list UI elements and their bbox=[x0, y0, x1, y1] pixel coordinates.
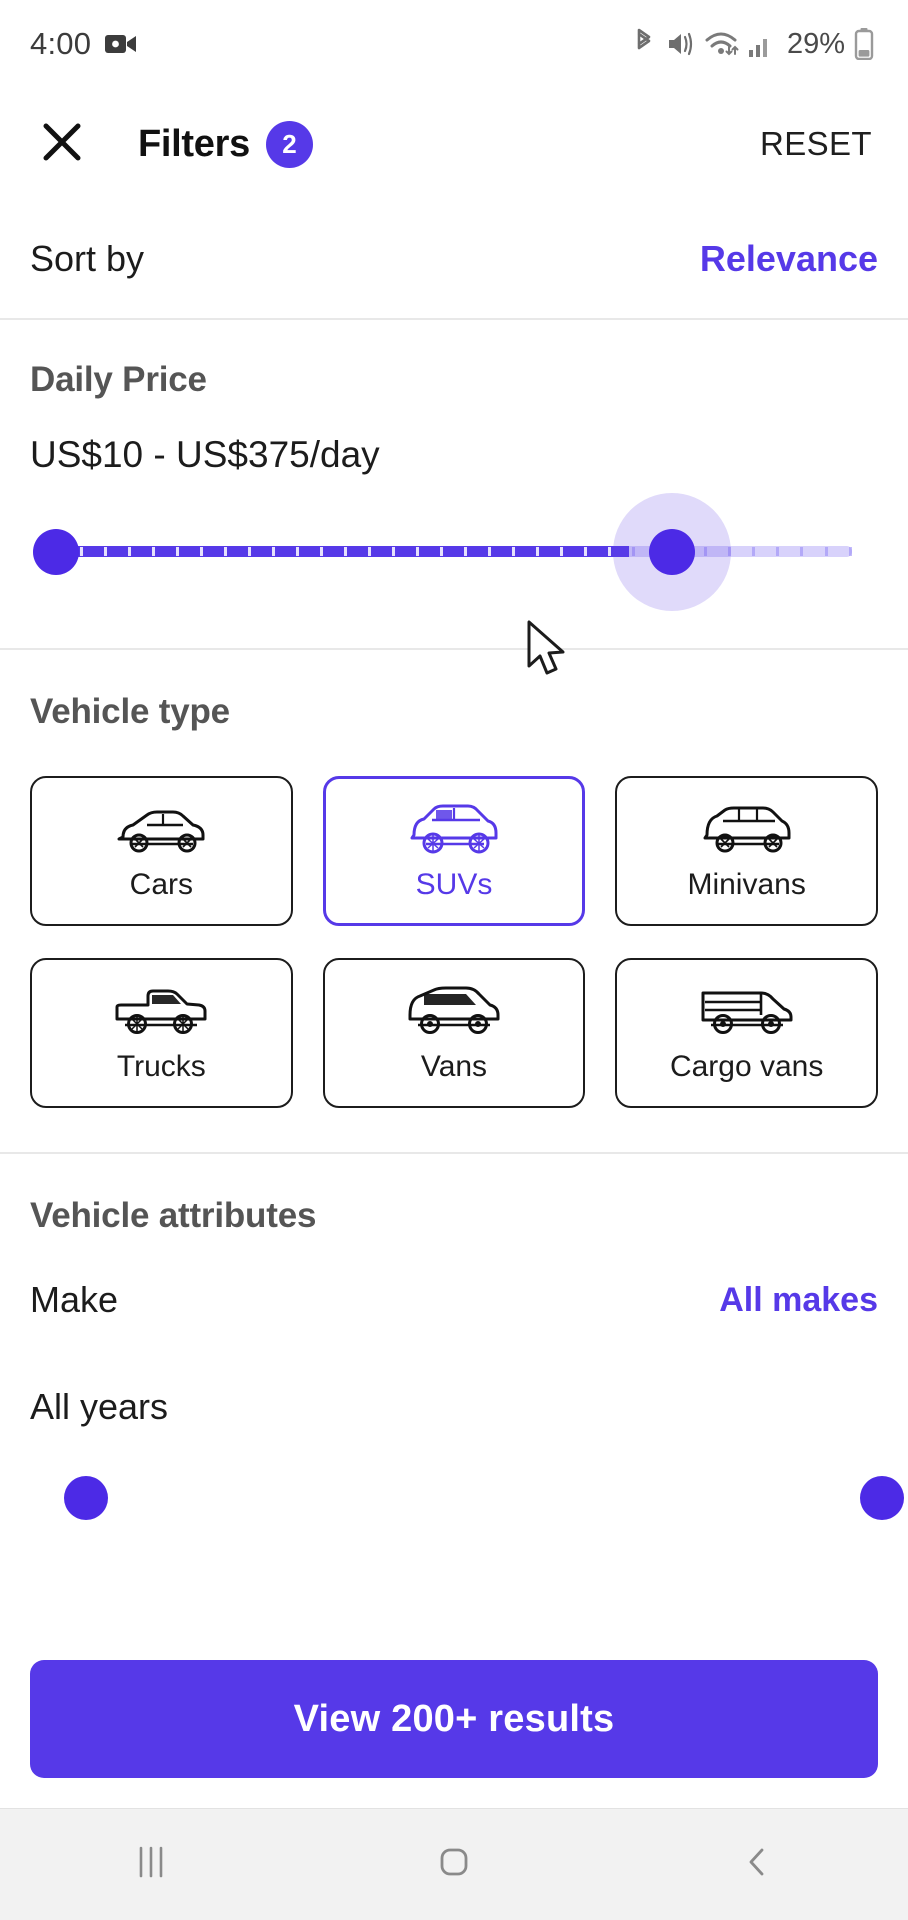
recents-icon bbox=[134, 1842, 168, 1887]
vehicle-type-card-minivans[interactable]: Minivans bbox=[615, 776, 878, 926]
price-slider-thumb-min[interactable] bbox=[33, 529, 79, 575]
header-title-group: Filters 2 bbox=[138, 120, 313, 168]
reset-button[interactable]: RESET bbox=[760, 125, 872, 163]
vehicle-type-section: Vehicle type Cars SUVs Minivans Trucks V… bbox=[0, 650, 908, 1152]
daily-price-slider[interactable] bbox=[30, 493, 878, 616]
year-range-slider[interactable] bbox=[30, 1476, 904, 1536]
view-results-button[interactable]: View 200+ results bbox=[30, 1660, 878, 1778]
sedan-car-icon bbox=[113, 800, 209, 858]
mute-vibrate-icon bbox=[666, 29, 696, 59]
make-row[interactable]: Make All makes bbox=[30, 1236, 878, 1364]
close-icon bbox=[40, 120, 84, 169]
vehicle-type-card-label: Vans bbox=[420, 1050, 488, 1083]
status-bar-right: 29% bbox=[631, 28, 874, 61]
all-years-label: All years bbox=[30, 1386, 169, 1427]
home-icon bbox=[434, 1842, 474, 1887]
price-slider-fill bbox=[56, 546, 630, 557]
cargo-van-icon bbox=[697, 982, 797, 1040]
active-filter-count-badge: 2 bbox=[265, 120, 313, 168]
vehicle-type-card-cargo-vans[interactable]: Cargo vans bbox=[615, 958, 878, 1108]
android-navigation-bar bbox=[0, 1808, 908, 1920]
daily-price-range-text: US$10 - US$375/day bbox=[30, 434, 380, 475]
vehicle-type-card-label: Cargo vans bbox=[669, 1050, 824, 1083]
vehicle-type-card-cars[interactable]: Cars bbox=[30, 776, 293, 926]
status-bar: 4:00 29% bbox=[0, 0, 908, 88]
vehicle-type-grid: Cars SUVs Minivans Trucks Vans Cargo van… bbox=[30, 776, 878, 1108]
vehicle-attributes-section: Vehicle attributes Make All makes All ye… bbox=[0, 1154, 908, 1536]
sort-by-value[interactable]: Relevance bbox=[700, 238, 878, 280]
make-label: Make bbox=[30, 1279, 119, 1320]
filters-header: Filters 2 RESET bbox=[0, 88, 908, 200]
status-bar-left: 4:00 bbox=[30, 26, 137, 62]
home-button[interactable] bbox=[394, 1809, 514, 1920]
daily-price-title: Daily Price bbox=[30, 360, 207, 399]
vehicle-type-card-label: Minivans bbox=[687, 868, 806, 901]
phone-screen: 4:00 29% Filters 2 RESET Sort by Relevan… bbox=[0, 0, 908, 1920]
vehicle-type-title: Vehicle type bbox=[30, 692, 230, 731]
battery-icon bbox=[854, 28, 874, 60]
recents-button[interactable] bbox=[91, 1809, 211, 1920]
wifi-icon bbox=[705, 29, 739, 59]
video-camera-icon bbox=[105, 32, 137, 56]
vehicle-type-card-label: Cars bbox=[129, 868, 193, 901]
vehicle-attributes-title: Vehicle attributes bbox=[30, 1196, 317, 1235]
sort-by-row[interactable]: Sort by Relevance bbox=[0, 200, 908, 318]
cellular-signal-icon bbox=[748, 30, 774, 58]
make-value[interactable]: All makes bbox=[719, 1281, 878, 1320]
battery-percent: 29% bbox=[786, 27, 845, 60]
vehicle-type-card-label: Trucks bbox=[116, 1050, 206, 1083]
page-title: Filters bbox=[138, 122, 250, 165]
pickup-truck-icon bbox=[111, 982, 211, 1040]
suv-icon bbox=[406, 800, 502, 858]
vehicle-type-card-vans[interactable]: Vans bbox=[322, 958, 586, 1108]
sort-by-label: Sort by bbox=[30, 238, 145, 279]
price-slider-thumb-max[interactable] bbox=[649, 529, 696, 575]
bluetooth-icon bbox=[631, 28, 657, 60]
van-icon bbox=[404, 982, 504, 1040]
back-icon bbox=[739, 1842, 775, 1887]
back-button[interactable] bbox=[697, 1809, 817, 1920]
minivan-icon bbox=[699, 800, 795, 858]
year-slider-thumb-min[interactable] bbox=[64, 1476, 108, 1520]
close-button[interactable] bbox=[34, 116, 90, 172]
status-time: 4:00 bbox=[30, 26, 92, 61]
vehicle-type-card-suvs[interactable]: SUVs bbox=[322, 776, 586, 926]
vehicle-type-card-label: SUVs bbox=[415, 868, 493, 901]
cta-bar: View 200+ results bbox=[0, 1638, 908, 1808]
price-slider-track[interactable] bbox=[56, 546, 852, 557]
daily-price-section: Daily Price US$10 - US$375/day bbox=[0, 320, 908, 648]
vehicle-type-card-trucks[interactable]: Trucks bbox=[30, 958, 293, 1108]
year-slider-thumb-max[interactable] bbox=[860, 1476, 904, 1520]
